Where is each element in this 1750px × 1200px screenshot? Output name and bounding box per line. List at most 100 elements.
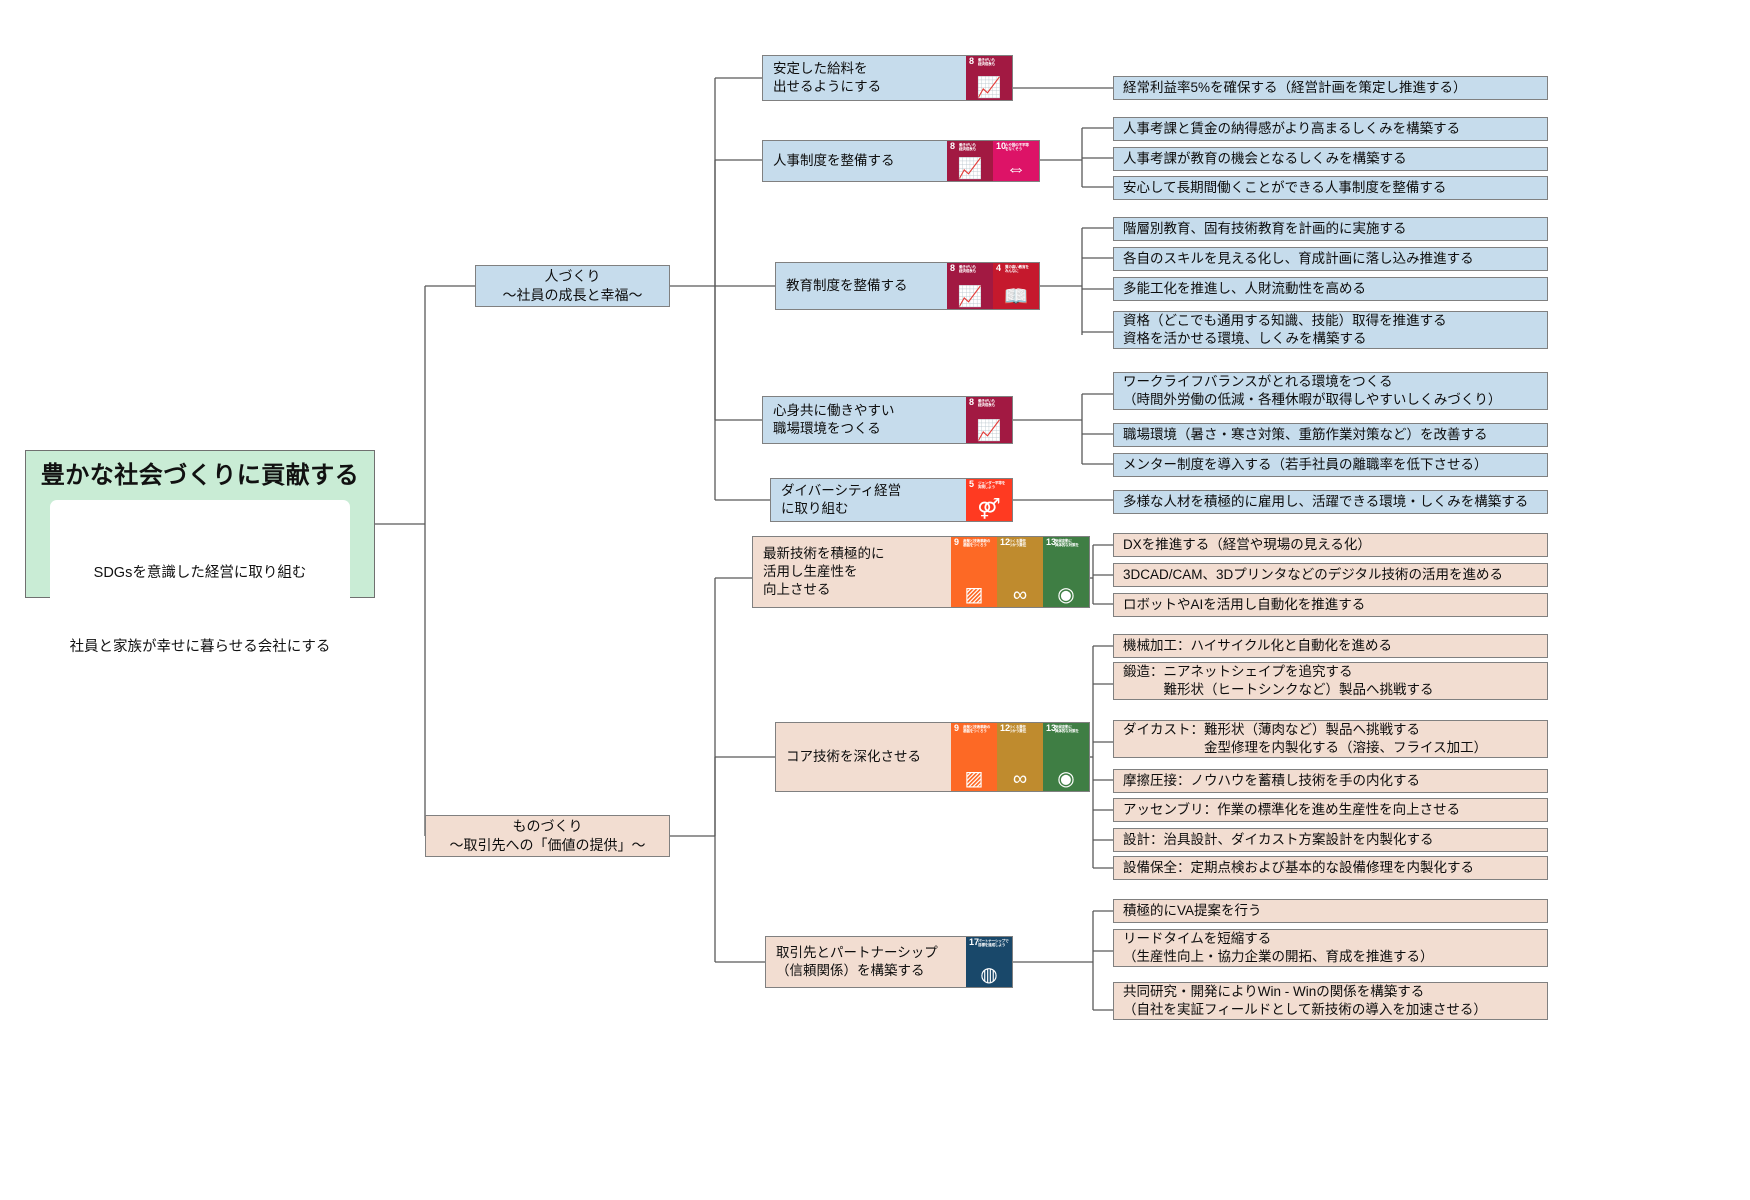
goal-workplace[interactable]: 心身共に働きやすい 職場環境をつくる 8 働きがいも 経済成長も 📈 xyxy=(762,396,1013,444)
sdg-17-icon: 17 パートナーシップで 目標を達成しよう ◍ xyxy=(966,937,1012,987)
sdg-9-caption: 産業と技術革新の 基盤をつくろう xyxy=(963,539,991,548)
leaf-hr-system-1[interactable]: 人事考課と賃金の納得感がより高まるしくみを構築する xyxy=(1113,117,1548,141)
goal-education-system-sdg-icons: 8 働きがいも 経済成長も 📈 4 質の高い教育を みんなに 📖 xyxy=(947,263,1039,309)
sdg-9-glyph: ▨ xyxy=(964,584,984,606)
pillar-people-line-2: 〜社員の成長と幸福〜 xyxy=(502,287,643,303)
leaf-salary-1[interactable]: 経常利益率5%を確保する（経営計画を策定し推進する） xyxy=(1113,76,1548,100)
sdg-8-caption: 働きがいも 経済成長も xyxy=(959,143,976,152)
root-subtitle-line-1: SDGsを意識した経営に取り組む xyxy=(93,564,307,581)
leaf-education-system-3[interactable]: 多能工化を推進し、人財流動性を高める xyxy=(1113,277,1548,301)
goal-diversity-sdg-icons: 5 ジェンダー平等を 実現しよう ⚤ xyxy=(966,479,1012,521)
leaf-workplace-2-text: 職場環境（暑さ・寒さ対策、重筋作業対策など）を改善する xyxy=(1123,426,1488,442)
goal-salary-label: 安定した給料を 出せるようにする xyxy=(773,61,882,94)
goal-hr-system-sdg-icons: 8 働きがいも 経済成長も 📈 10 人や国の不平等 をなくそう ⇔ xyxy=(947,141,1039,181)
sdg-8-glyph: 📈 xyxy=(976,420,1002,442)
sdg-13-glyph: ◉ xyxy=(1057,584,1075,606)
root-subtitle-line-2: 社員と家族が幸せに暮らせる会社にする xyxy=(69,639,331,656)
leaf-partnership-1-text: 積極的にVA提案を行う xyxy=(1123,902,1262,918)
sdg-9-icon: 9 産業と技術革新の 基盤をつくろう ▨ xyxy=(951,723,997,791)
leaf-hr-system-1-text: 人事考課と賃金の納得感がより高まるしくみを構築する xyxy=(1123,120,1461,136)
sdg-13-caption: 気候変動に 具体的な対策を xyxy=(1055,725,1079,734)
leaf-education-system-1[interactable]: 階層別教育、固有技術教育を計画的に実施する xyxy=(1113,217,1548,241)
sdg-8-icon: 8 働きがいも 経済成長も 📈 xyxy=(947,141,993,181)
goal-diversity-label: ダイバーシティ経営 に取り組む xyxy=(781,483,902,516)
goal-latest-tech[interactable]: 最新技術を積極的に 活用し生産性を 向上させる 9 産業と技術革新の 基盤をつくろう… xyxy=(752,536,1090,608)
sdg-8-icon: 8 働きがいも 経済成長も 📈 xyxy=(966,56,1012,100)
leaf-education-system-4-text: 資格（どこでも通用する知識、技能）取得を推進する 資格を活かせる環境、しくみを構… xyxy=(1123,312,1447,346)
goal-workplace-label: 心身共に働きやすい 職場環境をつくる xyxy=(773,403,895,436)
sdg-13-icon: 13 気候変動に 具体的な対策を ◉ xyxy=(1043,537,1089,607)
sdg-5-number: 5 xyxy=(969,479,975,489)
leaf-latest-tech-3[interactable]: ロボットやAIを活用し自動化を推進する xyxy=(1113,593,1548,617)
leaf-hr-system-3[interactable]: 安心して長期間働くことができる人事制度を整備する xyxy=(1113,176,1548,200)
leaf-core-tech-2-text: 鍛造：ニアネットシェイプを追究する 難形状（ヒートシンクなど）製品へ挑戦する xyxy=(1123,663,1434,697)
leaf-workplace-1[interactable]: ワークライフバランスがとれる環境をつくる （時間外労働の低減・各種休暇が取得しや… xyxy=(1113,372,1548,410)
sdg-12-glyph: ∞ xyxy=(1012,768,1028,790)
leaf-education-system-4[interactable]: 資格（どこでも通用する知識、技能）取得を推進する 資格を活かせる環境、しくみを構… xyxy=(1113,311,1548,349)
leaf-workplace-3[interactable]: メンター制度を導入する（若手社員の離職率を低下させる） xyxy=(1113,453,1548,477)
leaf-core-tech-7-text: 設備保全：定期点検および基本的な設備修理を内製化する xyxy=(1123,859,1474,875)
leaf-core-tech-5[interactable]: アッセンブリ：作業の標準化を進め生産性を向上させる xyxy=(1113,798,1548,822)
leaf-latest-tech-1[interactable]: DXを推進する（経営や現場の見える化） xyxy=(1113,533,1548,557)
pillar-people-line-1: 人づくり xyxy=(544,268,601,285)
leaf-core-tech-6[interactable]: 設計：治具設計、ダイカスト方案設計を内製化する xyxy=(1113,828,1548,852)
root-subtitle: SDGsを意識した経営に取り組む 社員と家族が幸せに暮らせる会社にする xyxy=(50,499,350,723)
leaf-latest-tech-2[interactable]: 3DCAD/CAM、3Dプリンタなどのデジタル技術の活用を進める xyxy=(1113,563,1548,587)
goal-partnership[interactable]: 取引先とパートナーシップ （信頼関係）を構築する 17 パートナーシップで 目標を達… xyxy=(765,936,1013,988)
goal-diversity[interactable]: ダイバーシティ経営 に取り組む 5 ジェンダー平等を 実現しよう ⚤ xyxy=(770,478,1013,522)
sdg-8-number: 8 xyxy=(969,56,975,66)
leaf-education-system-2[interactable]: 各自のスキルを見える化し、育成計画に落し込み推進する xyxy=(1113,247,1548,271)
leaf-workplace-3-text: メンター制度を導入する（若手社員の離職率を低下させる） xyxy=(1123,456,1488,472)
leaf-partnership-1[interactable]: 積極的にVA提案を行う xyxy=(1113,899,1548,923)
leaf-partnership-2[interactable]: リードタイムを短縮する （生産性向上・協力企業の開拓、育成を推進する） xyxy=(1113,929,1548,967)
goal-workplace-sdg-icons: 8 働きがいも 経済成長も 📈 xyxy=(966,397,1012,443)
sdg-13-caption: 気候変動に 具体的な対策を xyxy=(1055,539,1079,548)
sdg-9-caption: 産業と技術革新の 基盤をつくろう xyxy=(963,725,991,734)
sdg-5-caption: ジェンダー平等を 実現しよう xyxy=(978,481,1006,490)
sdg-10-glyph: ⇔ xyxy=(1006,158,1026,180)
sdg-5-glyph: ⚤ xyxy=(977,498,1001,520)
goal-hr-system[interactable]: 人事制度を整備する 8 働きがいも 経済成長も 📈 10 人や国の不平等 をなくそう ⇔ xyxy=(762,140,1040,182)
leaf-core-tech-4[interactable]: 摩擦圧接：ノウハウを蓄積し技術を手の内化する xyxy=(1113,769,1548,793)
leaf-core-tech-5-text: アッセンブリ：作業の標準化を進め生産性を向上させる xyxy=(1123,801,1461,817)
leaf-hr-system-2-text: 人事考課が教育の機会となるしくみを構築する xyxy=(1123,150,1407,166)
leaf-partnership-3[interactable]: 共同研究・開発によりWin - Winの関係を構築する （自社を実証フィールドと… xyxy=(1113,982,1548,1020)
goal-education-system[interactable]: 教育制度を整備する 8 働きがいも 経済成長も 📈 4 質の高い教育を みんなに 📖 xyxy=(775,262,1040,310)
sdg-8-icon: 8 働きがいも 経済成長も 📈 xyxy=(966,397,1012,443)
leaf-core-tech-1[interactable]: 機械加工：ハイサイクル化と自動化を進める xyxy=(1113,634,1548,658)
sdg-12-caption: つくる責任 つかう責任 xyxy=(1009,539,1026,548)
leaf-core-tech-7[interactable]: 設備保全：定期点検および基本的な設備修理を内製化する xyxy=(1113,856,1548,880)
pillar-making-line-2: 〜取引先への「価値の提供」〜 xyxy=(449,837,646,853)
leaf-diversity-1-text: 多様な人材を積極的に雇用し、活躍できる環境・しくみを構築する xyxy=(1123,493,1529,509)
sdg-8-number: 8 xyxy=(950,263,956,273)
sdg-8-caption: 働きがいも 経済成長も xyxy=(978,399,995,408)
goal-latest-tech-label: 最新技術を積極的に 活用し生産性を 向上させる xyxy=(763,546,885,597)
leaf-hr-system-2[interactable]: 人事考課が教育の機会となるしくみを構築する xyxy=(1113,147,1548,171)
leaf-latest-tech-2-text: 3DCAD/CAM、3Dプリンタなどのデジタル技術の活用を進める xyxy=(1123,566,1503,582)
leaf-core-tech-2[interactable]: 鍛造：ニアネットシェイプを追究する 難形状（ヒートシンクなど）製品へ挑戦する xyxy=(1113,662,1548,700)
leaf-workplace-1-text: ワークライフバランスがとれる環境をつくる （時間外労働の低減・各種休暇が取得しや… xyxy=(1123,373,1502,407)
pillar-people[interactable]: 人づくり 〜社員の成長と幸福〜 xyxy=(475,265,670,307)
leaf-diversity-1[interactable]: 多様な人材を積極的に雇用し、活躍できる環境・しくみを構築する xyxy=(1113,490,1548,514)
goal-salary[interactable]: 安定した給料を 出せるようにする 8 働きがいも 経済成長も 📈 xyxy=(762,55,1013,101)
sdg-8-caption: 働きがいも 経済成長も xyxy=(959,265,976,274)
leaf-workplace-2[interactable]: 職場環境（暑さ・寒さ対策、重筋作業対策など）を改善する xyxy=(1113,423,1548,447)
sdg-10-caption: 人や国の不平等 をなくそう xyxy=(1005,143,1029,152)
sdg-8-caption: 働きがいも 経済成長も xyxy=(978,58,995,67)
leaf-hr-system-3-text: 安心して長期間働くことができる人事制度を整備する xyxy=(1123,179,1447,195)
leaf-core-tech-1-text: 機械加工：ハイサイクル化と自動化を進める xyxy=(1123,637,1393,653)
sdg-4-caption: 質の高い教育を みんなに xyxy=(1005,265,1029,274)
sdg-8-glyph: 📈 xyxy=(957,158,983,180)
pillar-making[interactable]: ものづくり 〜取引先への「価値の提供」〜 xyxy=(425,815,670,857)
sdg-17-caption: パートナーシップで 目標を達成しよう xyxy=(978,939,1009,948)
sdg-13-glyph: ◉ xyxy=(1057,768,1075,790)
sdg-12-caption: つくる責任 つかう責任 xyxy=(1009,725,1026,734)
leaf-education-system-1-text: 階層別教育、固有技術教育を計画的に実施する xyxy=(1123,220,1407,236)
sdg-10-icon: 10 人や国の不平等 をなくそう ⇔ xyxy=(993,141,1039,181)
sdg-4-glyph: 📖 xyxy=(1003,286,1029,308)
leaf-core-tech-3[interactable]: ダイカスト：難形状（薄肉など）製品へ挑戦する 金型修理を内製化する（溶接、フライ… xyxy=(1113,720,1548,758)
sdg-4-number: 4 xyxy=(996,263,1002,273)
sdg-8-number: 8 xyxy=(969,397,975,407)
goal-latest-tech-sdg-icons: 9 産業と技術革新の 基盤をつくろう ▨ 12 つくる責任 つかう責任 ∞ 13 気候変動に … xyxy=(951,537,1089,607)
goal-core-tech[interactable]: コア技術を深化させる 9 産業と技術革新の 基盤をつくろう ▨ 12 つくる責任 つかう責… xyxy=(775,722,1090,792)
